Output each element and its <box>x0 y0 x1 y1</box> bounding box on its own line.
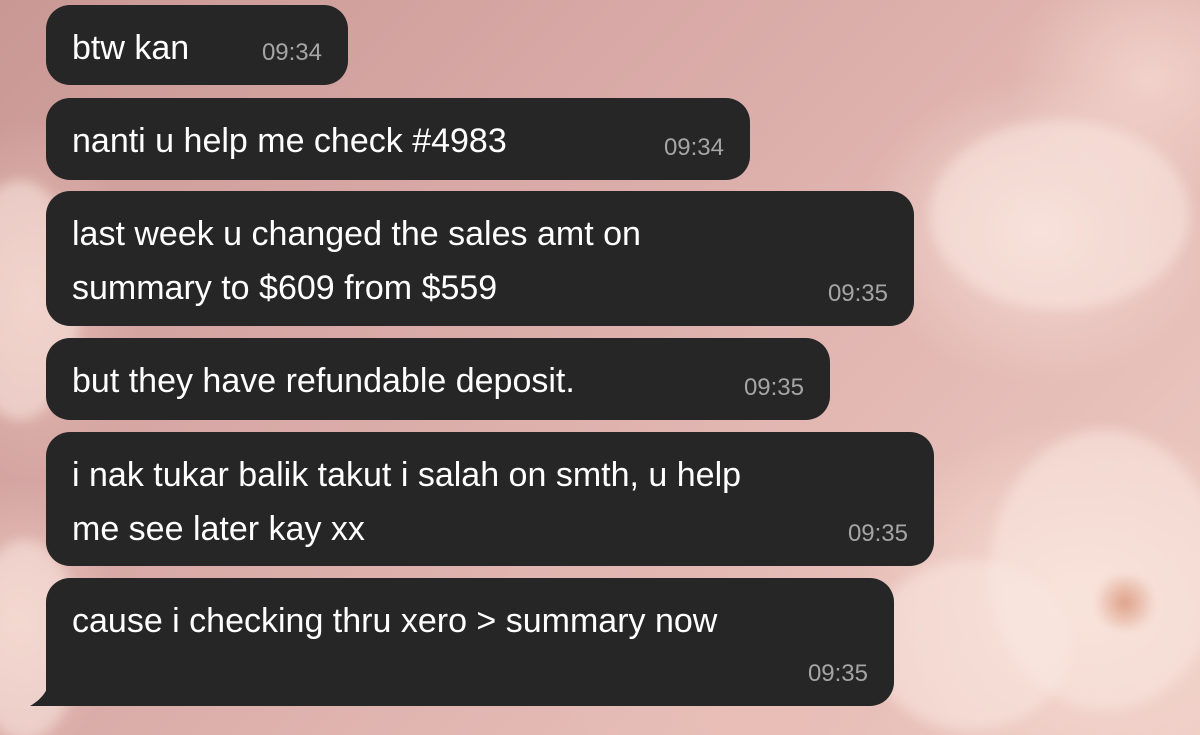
message-text: last week u changed the sales amt on sum… <box>72 215 641 307</box>
message-text: i nak tukar balik takut i salah on smth,… <box>72 456 742 548</box>
message-bubble[interactable]: last week u changed the sales amt on sum… <box>46 191 914 326</box>
message-bubble[interactable]: cause i checking thru xero > summary now… <box>46 578 894 706</box>
message-bubble[interactable]: btw kan 09:34 <box>46 5 348 85</box>
message-timestamp: 09:35 <box>807 660 868 687</box>
message-bubble[interactable]: i nak tukar balik takut i salah on smth,… <box>46 432 934 566</box>
message-timestamp: 09:35 <box>847 520 908 547</box>
message-bubble[interactable]: but they have refundable deposit. 09:35 <box>46 338 830 420</box>
message-text: but they have refundable deposit. <box>72 362 575 400</box>
message-timestamp: 09:34 <box>663 134 724 161</box>
message-text: cause i checking thru xero > summary now <box>72 602 718 640</box>
message-bubble[interactable]: nanti u help me check #4983 09:34 <box>46 98 750 180</box>
message-text: nanti u help me check #4983 <box>72 122 507 160</box>
message-timestamp: 09:35 <box>743 374 804 401</box>
message-list[interactable]: btw kan 09:34 nanti u help me check #498… <box>0 0 1200 735</box>
message-timestamp: 09:35 <box>827 280 888 307</box>
message-timestamp: 09:34 <box>261 39 322 66</box>
